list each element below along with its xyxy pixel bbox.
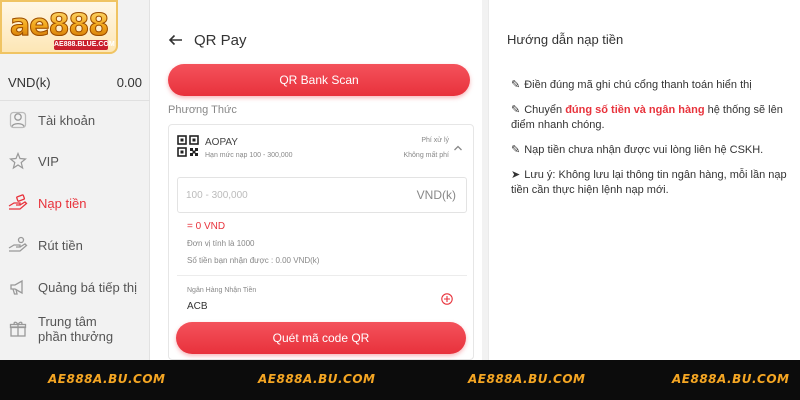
- sidebar-item-withdraw[interactable]: Rút tiền: [0, 235, 150, 255]
- watermark-text: AE888A.BU.COM: [258, 372, 376, 386]
- guide-item-text: Lưu ý: Không lưu lại thông tin ngân hàng…: [511, 169, 787, 196]
- sidebar-item-deposit[interactable]: Nạp tiền: [0, 193, 150, 213]
- deposit-hand-icon: [8, 193, 28, 213]
- method-section-label: Phương Thức: [168, 104, 237, 116]
- unit-info: Đơn vị tính là 1000: [187, 239, 255, 248]
- guide-title: Hướng dẫn nạp tiền: [507, 32, 624, 47]
- pencil-icon: ✎: [511, 144, 521, 156]
- receiving-bank-label: Ngân Hàng Nhận Tiền: [187, 287, 257, 294]
- amount-unit: VND(k): [416, 188, 456, 202]
- qr-code-icon: [177, 135, 199, 157]
- pencil-icon: ✎: [511, 79, 521, 91]
- payment-method-option[interactable]: AOPAY Hạn mức nạp 100 - 300,000 Phí xử l…: [169, 125, 473, 169]
- payment-method-limit: Hạn mức nạp 100 - 300,000: [205, 152, 293, 159]
- receiving-bank-field[interactable]: Ngân Hàng Nhận Tiền ACB: [177, 283, 467, 317]
- received-amount-info: Số tiền bạn nhận được : 0.00 VND(k): [187, 256, 320, 265]
- vip-star-icon: [8, 151, 28, 171]
- back-arrow-icon[interactable]: [168, 32, 184, 48]
- guide-item: ➤ Lưu ý: Không lưu lại thông tin ngân hàn…: [511, 168, 800, 198]
- watermark-banner: AE888A.BU.COM AE888A.BU.COM AE888A.BU.CO…: [0, 360, 800, 400]
- guide-item: ✎ Chuyển đúng số tiền và ngân hàng hệ thố…: [511, 103, 800, 133]
- user-icon: [8, 110, 28, 130]
- chevron-up-icon[interactable]: [453, 143, 463, 153]
- fee-value: Không mất phí: [403, 152, 449, 159]
- page-title: QR Pay: [194, 31, 247, 49]
- balance-amount: 0.00: [116, 74, 142, 90]
- sidebar-item-label: Tài khoản: [38, 112, 96, 128]
- share-icon: [8, 277, 28, 297]
- watermark-text: AE888A.BU.COM: [672, 372, 790, 386]
- guide-item: ✎ Nạp tiền chưa nhận được vui lòng liên h…: [511, 143, 800, 158]
- amount-input[interactable]: [186, 178, 406, 212]
- sidebar-item-label: VIP: [38, 153, 59, 169]
- guide-item: ✎ Điền đúng mã ghi chú cổng thanh toán hi…: [511, 78, 800, 93]
- fee-label: Phí xử lý: [421, 137, 449, 144]
- scan-qr-code-button[interactable]: Quét mã code QR: [176, 322, 466, 354]
- payment-method-name: AOPAY: [205, 137, 238, 148]
- sidebar: ae888 AE888.BLUE.COM VND(k) 0.00 Tài kho…: [0, 0, 150, 360]
- guide-item-text: Nạp tiền chưa nhận được vui lòng liên hệ…: [524, 144, 764, 156]
- amount-field: VND(k): [177, 177, 467, 213]
- sidebar-item-account[interactable]: Tài khoản: [0, 110, 150, 130]
- sidebar-item-marketing[interactable]: Quảng bá tiếp thị: [0, 277, 150, 297]
- guide-item-text: Điền đúng mã ghi chú cổng thanh toán hiể…: [524, 79, 752, 91]
- sidebar-item-rewards[interactable]: Trung tâm phần thưởng: [0, 314, 150, 344]
- withdraw-hand-icon: [8, 235, 28, 255]
- guide-list: ✎ Điền đúng mã ghi chú cổng thanh toán hi…: [511, 78, 800, 208]
- deposit-guide-panel: Hướng dẫn nạp tiền ✎ Điền đúng mã ghi chú…: [488, 0, 800, 360]
- logo-sub-text: AE888.BLUE.COM: [54, 40, 115, 50]
- converted-amount: = 0 VND: [187, 221, 226, 232]
- card-divider: [177, 275, 467, 276]
- deposit-panel: QR Pay QR Bank Scan Phương Thức AOPAY Hạ…: [150, 0, 482, 360]
- balance-row: VND(k) 0.00: [8, 72, 142, 92]
- guide-item-text-before: Chuyển: [524, 104, 566, 116]
- watermark-text: AE888A.BU.COM: [48, 372, 166, 386]
- qr-bank-scan-button[interactable]: QR Bank Scan: [168, 64, 470, 96]
- main-content: QR Pay QR Bank Scan Phương Thức AOPAY Hạ…: [150, 0, 800, 360]
- sidebar-item-label: Nạp tiền: [38, 195, 87, 211]
- logo-main-text: ae888: [9, 8, 109, 44]
- receiving-bank-value: ACB: [187, 301, 208, 312]
- logo[interactable]: ae888 AE888.BLUE.COM: [0, 0, 118, 54]
- sidebar-divider: [0, 100, 150, 101]
- plus-circle-icon[interactable]: [441, 293, 453, 305]
- guide-item-highlight: đúng số tiền và ngân hàng: [565, 104, 705, 116]
- sidebar-item-label: Trung tâm phần thưởng: [38, 314, 114, 344]
- sidebar-item-label: Rút tiền: [38, 237, 83, 253]
- sidebar-item-label: Quảng bá tiếp thị: [38, 279, 138, 295]
- pencil-icon: ✎: [511, 104, 521, 116]
- page-header: QR Pay: [168, 28, 247, 52]
- arrow-right-icon: ➤: [511, 169, 521, 181]
- gift-icon: [8, 319, 28, 339]
- balance-currency: VND(k): [8, 74, 51, 90]
- sidebar-item-vip[interactable]: VIP: [0, 151, 150, 171]
- watermark-text: AE888A.BU.COM: [468, 372, 586, 386]
